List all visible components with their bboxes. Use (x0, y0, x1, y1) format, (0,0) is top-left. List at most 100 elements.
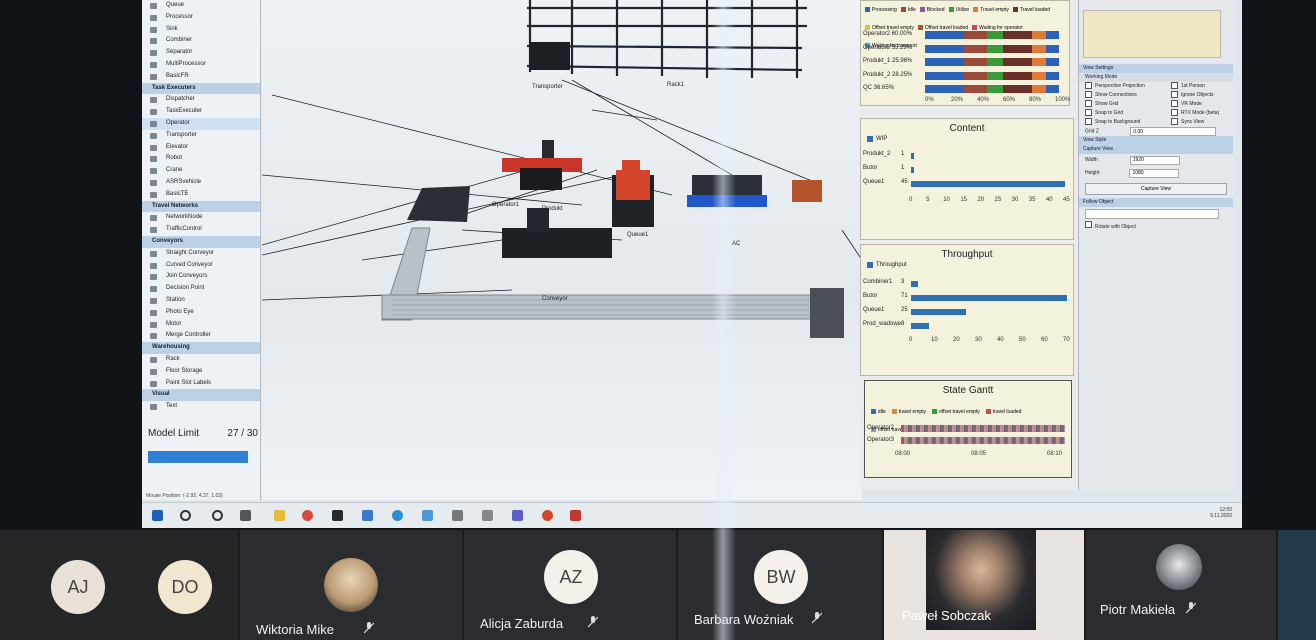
library-item[interactable]: Decision Point (142, 283, 260, 295)
participant-tile-wiktoria[interactable]: Wiktoria Mike (240, 530, 462, 640)
checkbox-box[interactable] (1085, 82, 1092, 90)
notes-box[interactable] (1083, 10, 1221, 58)
task-view-icon[interactable] (212, 510, 223, 521)
capture-view-header[interactable]: Capture View (1079, 145, 1233, 154)
view-option-checkbox[interactable]: Perspective Projection (1079, 82, 1165, 91)
view-option-checkbox[interactable]: RTX Mode (beta) (1165, 109, 1233, 118)
library-item[interactable]: Motor (142, 319, 260, 331)
view-option-checkbox[interactable]: Ignore Objects (1165, 91, 1233, 100)
checkbox-box[interactable] (1085, 109, 1092, 117)
view-settings-header[interactable]: View Settings (1079, 64, 1233, 73)
robot-3d[interactable] (792, 180, 822, 202)
grid-z-input[interactable] (1130, 127, 1217, 136)
mail-icon[interactable] (362, 510, 373, 521)
library-category[interactable]: Visual (142, 389, 260, 402)
width-input[interactable] (1129, 155, 1180, 165)
checkbox-box[interactable] (1171, 100, 1178, 108)
library-category[interactable]: Task Executers (142, 82, 260, 95)
library-item[interactable]: Combiner (142, 35, 260, 47)
library-item-icon (150, 404, 157, 411)
chrome-icon[interactable] (302, 510, 313, 521)
start-icon[interactable] (152, 510, 163, 521)
checkbox-box[interactable] (1171, 109, 1178, 117)
view-option-checkbox[interactable]: Show Connections (1079, 91, 1165, 100)
checkbox-box[interactable] (1085, 91, 1092, 99)
library-item[interactable]: TaskExecuter (142, 106, 260, 118)
gamepad-icon[interactable] (452, 510, 463, 521)
library-item[interactable]: MultiProcessor (142, 59, 260, 71)
library-category[interactable]: Warehousing (142, 342, 260, 354)
view-option-checkbox[interactable]: Show Grid (1079, 100, 1165, 109)
view-option-checkbox[interactable]: Sync View (1165, 118, 1233, 127)
view-option-checkbox[interactable]: Snap to Grid (1079, 109, 1165, 118)
transporter-3d[interactable] (530, 42, 570, 70)
participant-tile-aj[interactable]: AJ DO (0, 530, 238, 640)
library-item[interactable]: Crane (142, 165, 260, 177)
library-item[interactable]: Rack (142, 354, 260, 366)
state-gantt-panel[interactable]: State Gantt idle travel empty offset trave… (864, 380, 1072, 478)
follow-object-field[interactable] (1085, 209, 1219, 219)
checkbox-box[interactable] (1085, 100, 1092, 108)
library-item[interactable]: Operator (142, 117, 260, 130)
rotate-row[interactable]: Rotate with Object (1079, 221, 1233, 230)
powerpoint-icon[interactable] (542, 510, 553, 521)
library-item[interactable]: Queue (142, 0, 260, 12)
3d-model-view[interactable]: Rack1 Transporter Operator1 Produkt Queu… (261, 0, 883, 500)
library-category[interactable]: Conveyors (142, 235, 260, 248)
library-item[interactable]: Straight Conveyor (142, 248, 260, 260)
library-item[interactable]: NetworkNode (142, 212, 260, 224)
library-item[interactable]: Curved Conveyor (142, 260, 260, 272)
library-item[interactable]: TrafficControl (142, 224, 260, 236)
library-item[interactable]: Paint Slot Labels (142, 378, 260, 390)
library-item[interactable]: Dispatcher (142, 94, 260, 106)
file-explorer-icon[interactable] (274, 510, 285, 521)
library-item[interactable]: Floor Storage (142, 366, 260, 378)
capture-view-button[interactable]: Capture View (1085, 183, 1227, 195)
view-option-checkbox[interactable]: 1st Person (1165, 82, 1233, 91)
library-item[interactable]: Sink (142, 24, 260, 36)
view-style-header[interactable]: View Style (1079, 136, 1233, 145)
checkbox-box[interactable] (1085, 118, 1092, 126)
checkbox-box[interactable] (1171, 91, 1178, 99)
library-item[interactable]: Join Conveyors (142, 271, 260, 283)
library-item[interactable]: Transporter (142, 130, 260, 142)
library-item-label: TaskExecuter (166, 108, 203, 115)
library-item[interactable]: ASRSvehicle (142, 177, 260, 189)
height-input[interactable] (1129, 168, 1180, 178)
gantt-legend-label: idle (878, 408, 886, 415)
flexsim-icon[interactable] (422, 510, 433, 521)
library-item[interactable]: BasicTE (142, 189, 260, 201)
store-icon[interactable] (332, 510, 343, 521)
follow-object-header[interactable]: Follow Object (1079, 198, 1233, 207)
library-item[interactable]: BasicFR (142, 71, 260, 83)
search-icon[interactable] (180, 510, 191, 521)
participant-tile-pawel[interactable]: Paweł Sobczak (884, 530, 1084, 640)
library-item[interactable]: Robot (142, 153, 260, 165)
rotate-checkbox[interactable] (1085, 221, 1092, 228)
participant-tile-alicja[interactable]: AZ Alicja Zaburda (464, 530, 676, 640)
library-item[interactable]: Station (142, 295, 260, 307)
view-option-checkbox[interactable]: VR Mode (1165, 100, 1233, 109)
participant-tile-barbara[interactable]: BW Barbara Woźniak (678, 530, 882, 640)
app-icon[interactable] (570, 510, 581, 521)
teams-icon[interactable] (512, 510, 523, 521)
library-item[interactable]: Elevator (142, 142, 260, 154)
participant-tile-overflow[interactable] (1278, 530, 1316, 640)
checkbox-box[interactable] (1171, 82, 1178, 90)
platform-3d[interactable] (407, 186, 470, 222)
library-item[interactable]: Separator (142, 47, 260, 59)
library-item[interactable]: Merge Controller (142, 330, 260, 342)
view-option-checkbox[interactable]: Snap to Background (1079, 118, 1165, 127)
dark-processor-3d[interactable] (502, 228, 612, 258)
checkbox-box[interactable] (1171, 118, 1178, 126)
library-category[interactable]: Travel Networks (142, 200, 260, 213)
library-item[interactable]: Photo Eye (142, 307, 260, 319)
library-item[interactable]: Text (142, 401, 260, 413)
tools-icon[interactable] (482, 510, 493, 521)
widgets-icon[interactable] (240, 510, 251, 521)
library-item[interactable]: Processor (142, 12, 260, 24)
conveyor-3d[interactable] (381, 227, 844, 338)
participant-tile-piotr[interactable]: Piotr Makieła (1086, 530, 1276, 640)
edge-icon[interactable] (392, 510, 403, 521)
clock[interactable]: 12:00 9.11.2020 (1210, 507, 1232, 519)
